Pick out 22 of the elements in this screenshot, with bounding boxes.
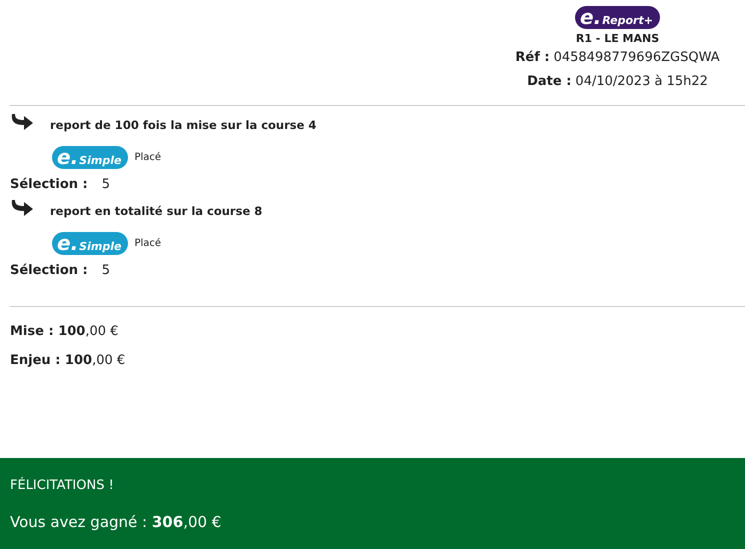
selection-label: Sélection :	[10, 263, 88, 278]
amount-line: Mise : 100,00 €	[10, 323, 120, 341]
ref-value: 0458498779696ZGSQWA	[554, 49, 720, 67]
report-logo: e.Report+	[575, 6, 660, 29]
bet-type: Placé	[134, 238, 162, 249]
result-message: Vous avez gagné : 306,00 €	[10, 513, 222, 531]
selection-label: Sélection :	[10, 177, 88, 192]
curved-arrow-icon	[10, 199, 34, 217]
leg-title: report de 100 fois la mise sur la course 4	[50, 118, 316, 132]
bet-logo: e.Simple	[52, 146, 128, 169]
bet-logo: e.Simple	[52, 232, 128, 255]
ref-label: Réf :	[515, 49, 550, 67]
result-title: FÉLICITATIONS !	[10, 478, 115, 493]
selection-value: 5	[102, 263, 110, 278]
amount-line: Enjeu : 100,00 €	[10, 352, 126, 370]
curved-arrow-icon	[10, 113, 34, 131]
date-value: 04/10/2023 à 15h22	[575, 73, 708, 91]
selection-value: 5	[102, 177, 110, 192]
race-name: R1 - LE MANS	[576, 32, 660, 45]
bet-type: Placé	[134, 152, 162, 163]
date-label: Date :	[527, 73, 572, 91]
leg-title: report en totalité sur la course 8	[50, 204, 262, 218]
